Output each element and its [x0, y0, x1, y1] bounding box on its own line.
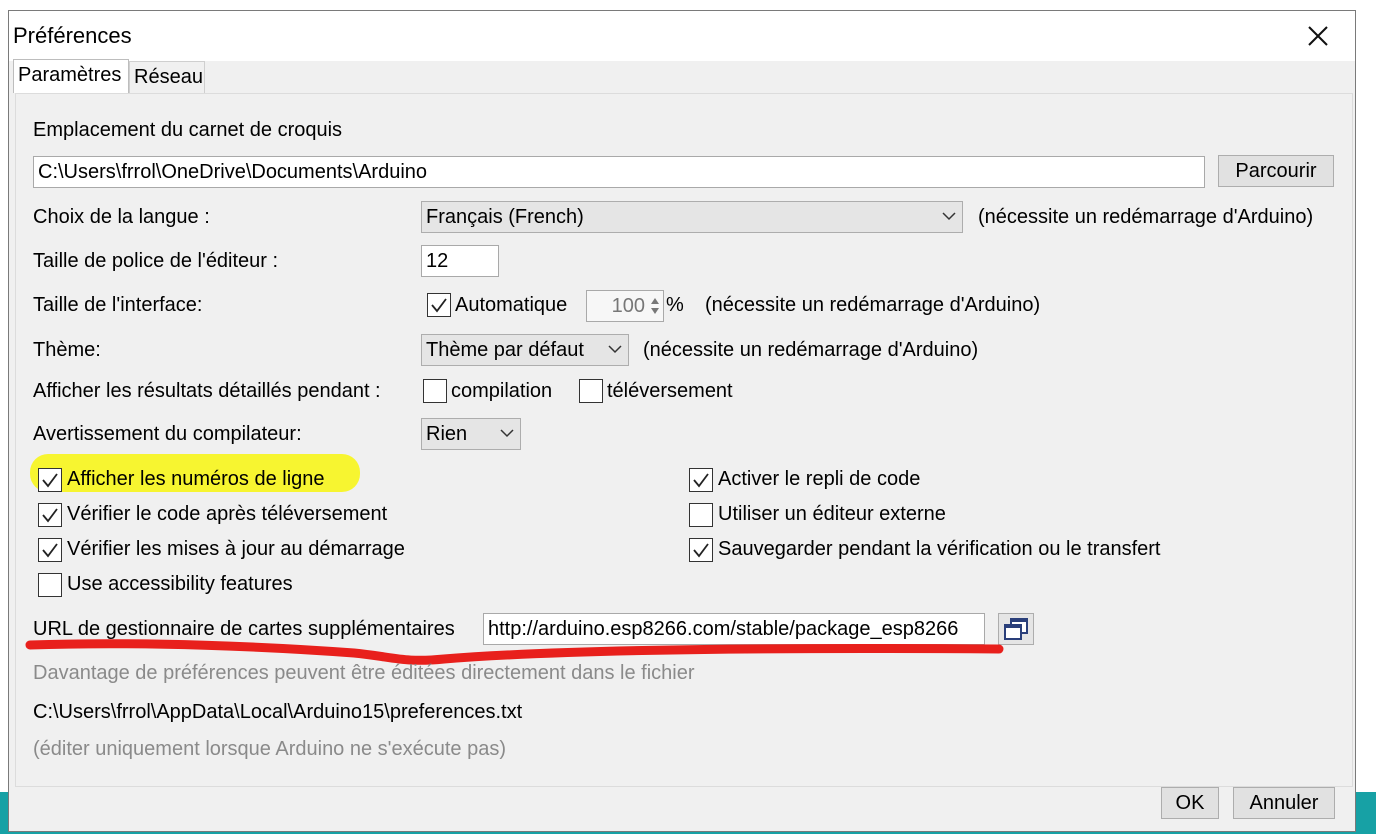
option-external-editor-label: Utiliser un éditeur externe: [718, 503, 946, 525]
chevron-down-icon: [942, 212, 956, 221]
check-icon: [431, 298, 447, 313]
option-save-on-verify-checkbox[interactable]: [689, 538, 713, 562]
auto-scale-checkbox[interactable]: [427, 293, 451, 317]
language-select[interactable]: Français (French): [421, 201, 963, 233]
language-select-value: Français (French): [426, 206, 584, 228]
dialog-title: Préférences: [13, 23, 132, 48]
option-line-numbers-checkbox[interactable]: [38, 468, 62, 492]
check-icon: [693, 473, 709, 488]
verbose-label: Afficher les résultats détaillés pendant…: [33, 380, 381, 402]
verbose-compile-checkbox[interactable]: [423, 379, 447, 403]
interface-size-note: (nécessite un redémarrage d'Arduino): [705, 294, 1041, 316]
chevron-down-icon: [608, 345, 622, 354]
check-icon: [693, 543, 709, 558]
check-icon: [42, 543, 58, 558]
interface-size-label: Taille de l'interface:: [33, 294, 203, 316]
language-note: (nécessite un redémarrage d'Arduino): [978, 206, 1314, 228]
option-verify-after-upload-checkbox[interactable]: [38, 503, 62, 527]
tab-reseau[interactable]: Réseau: [129, 61, 205, 93]
font-size-input[interactable]: 12: [421, 245, 499, 277]
browse-button[interactable]: Parcourir: [1218, 155, 1334, 187]
chevron-down-icon: [500, 429, 514, 438]
check-icon: [42, 508, 58, 523]
option-line-numbers-label: Afficher les numéros de ligne: [67, 468, 325, 490]
percent-unit: %: [666, 294, 684, 316]
tab-parametres[interactable]: Paramètres: [13, 59, 129, 93]
windows-icon: [1004, 618, 1028, 640]
close-button[interactable]: [1301, 19, 1335, 53]
interface-scale-value: 100: [611, 295, 645, 317]
auto-scale-label: Automatique: [455, 294, 568, 316]
warnings-label: Avertissement du compilateur:: [33, 423, 302, 445]
cancel-button[interactable]: Annuler: [1233, 787, 1335, 819]
interface-scale-spinner[interactable]: 100: [586, 290, 664, 322]
warnings-select-value: Rien: [426, 423, 468, 445]
sketchbook-label: Emplacement du carnet de croquis: [33, 119, 343, 141]
option-external-editor-checkbox[interactable]: [689, 503, 713, 527]
option-check-updates-label: Vérifier les mises à jour au démarrage: [67, 538, 405, 560]
option-accessibility-label: Use accessibility features: [67, 573, 293, 595]
ok-button[interactable]: OK: [1161, 787, 1219, 819]
sketchbook-path-input[interactable]: C:\Users\frrol\OneDrive\Documents\Arduin…: [33, 156, 1205, 188]
edit-note: (éditer uniquement lorsque Arduino ne s'…: [33, 738, 506, 760]
option-check-updates-checkbox[interactable]: [38, 538, 62, 562]
option-code-folding-checkbox[interactable]: [689, 468, 713, 492]
verbose-upload-checkbox[interactable]: [579, 379, 603, 403]
background-right: [1357, 0, 1376, 834]
theme-note: (nécessite un redémarrage d'Arduino): [643, 339, 979, 361]
prefs-file-path: C:\Users\frrol\AppData\Local\Arduino15\p…: [33, 701, 523, 723]
settings-panel: Emplacement du carnet de croquis C:\User…: [15, 93, 1353, 787]
option-verify-after-upload-label: Vérifier le code après téléversement: [67, 503, 388, 525]
verbose-compile-label: compilation: [451, 380, 553, 402]
spinner-arrows-icon: [651, 298, 659, 314]
more-prefs-text: Davantage de préférences peuvent être éd…: [33, 662, 695, 684]
title-bar: Préférences: [9, 11, 1355, 61]
language-label: Choix de la langue :: [33, 206, 210, 228]
verbose-upload-label: téléversement: [607, 380, 733, 402]
theme-select-value: Thème par défaut: [426, 339, 584, 361]
preferences-dialog: Préférences Paramètres Réseau Emplacemen…: [8, 10, 1356, 832]
warnings-select[interactable]: Rien: [421, 418, 521, 450]
option-accessibility-checkbox[interactable]: [38, 573, 62, 597]
close-icon: [1308, 26, 1328, 46]
option-save-on-verify-label: Sauvegarder pendant la vérification ou l…: [718, 538, 1161, 560]
option-code-folding-label: Activer le repli de code: [718, 468, 921, 490]
theme-select[interactable]: Thème par défaut: [421, 334, 629, 366]
check-icon: [42, 473, 58, 488]
font-size-label: Taille de police de l'éditeur :: [33, 250, 279, 272]
theme-label: Thème:: [33, 339, 101, 361]
